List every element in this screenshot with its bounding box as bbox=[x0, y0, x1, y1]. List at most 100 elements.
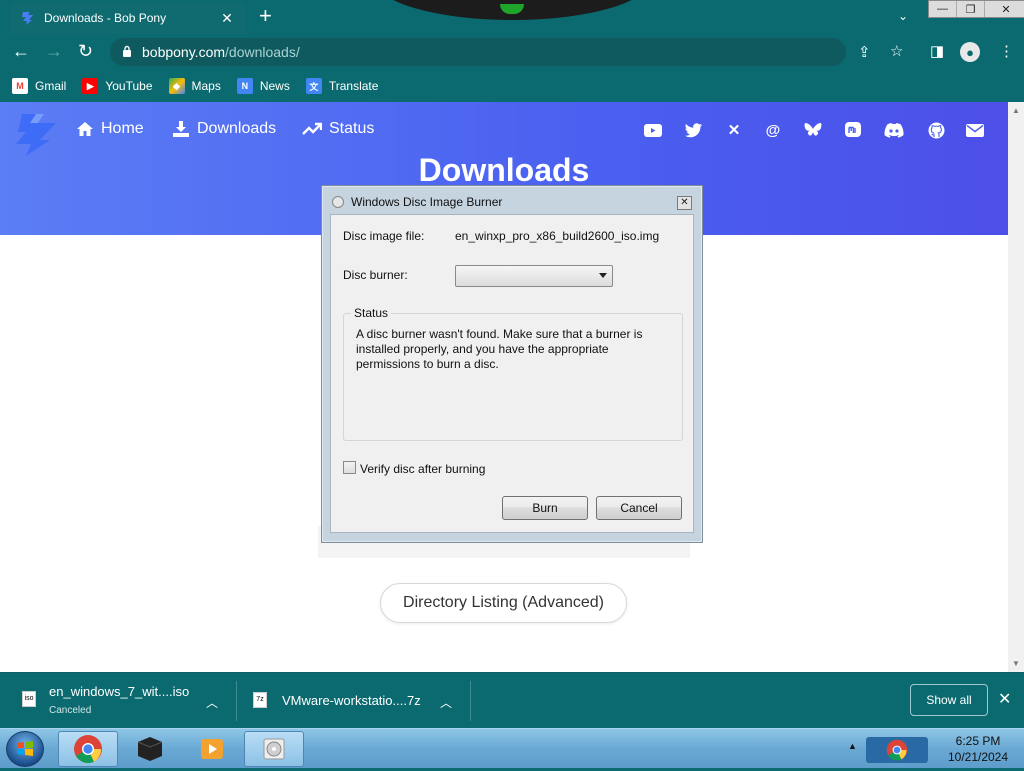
nav-downloads-label: Downloads bbox=[197, 120, 277, 137]
chrome-icon bbox=[74, 735, 102, 763]
x-icon[interactable]: ✕ bbox=[724, 120, 744, 140]
windows-logo-icon bbox=[17, 741, 33, 756]
camera-indicator bbox=[500, 4, 524, 14]
url-text[interactable]: bobpony.com/downloads/ bbox=[142, 44, 300, 60]
nav-home-label: Home bbox=[101, 120, 144, 137]
disc-icon bbox=[332, 196, 344, 208]
bobpony-favicon-icon bbox=[22, 12, 33, 25]
nav-status-label: Status bbox=[329, 120, 375, 137]
address-bar[interactable]: bobpony.com/downloads/ ⇪ bbox=[110, 38, 871, 66]
email-icon[interactable] bbox=[965, 120, 985, 140]
download-filename: VMware-workstatio....7z bbox=[282, 693, 421, 708]
cancel-button[interactable]: Cancel bbox=[596, 496, 682, 520]
forward-button[interactable]: → bbox=[45, 42, 63, 60]
github-icon[interactable] bbox=[926, 120, 946, 140]
system-tray: ▲ 6:25 PM 10/21/2024 bbox=[842, 729, 1024, 769]
verify-checkbox[interactable] bbox=[343, 461, 356, 474]
disc-burner-select[interactable] bbox=[455, 265, 613, 287]
clock-time: 6:25 PM bbox=[955, 734, 1001, 748]
bookmark-label: YouTube bbox=[105, 79, 153, 93]
download-item[interactable]: iso en_windows_7_wit....iso Canceled ︿ bbox=[0, 673, 236, 729]
show-all-button[interactable]: Show all bbox=[910, 684, 988, 716]
tray-expand-icon[interactable]: ▲ bbox=[848, 741, 857, 751]
nav-downloads[interactable]: Downloads bbox=[172, 120, 276, 138]
device-notch bbox=[375, 0, 650, 20]
close-window-button[interactable]: ✕ bbox=[985, 1, 1024, 17]
taskbar-vmware[interactable] bbox=[120, 731, 180, 767]
bookmark-star-icon[interactable]: ☆ bbox=[890, 44, 903, 59]
url-path: /downloads/ bbox=[225, 44, 300, 60]
bookmark-maps[interactable]: ◆ Maps bbox=[168, 78, 221, 94]
menu-kebab-icon[interactable]: ⋮ bbox=[999, 44, 1014, 59]
page-scrollbar[interactable]: ▲ ▼ bbox=[1008, 102, 1024, 672]
bookmark-youtube[interactable]: ▶ YouTube bbox=[82, 78, 153, 94]
bookmark-label: Maps bbox=[191, 79, 221, 93]
minimize-button[interactable]: — bbox=[929, 1, 957, 17]
back-button[interactable]: ← bbox=[12, 42, 30, 60]
download-icon bbox=[173, 121, 189, 137]
bookmark-news[interactable]: N News bbox=[236, 78, 290, 94]
tab-search-chevron-icon[interactable]: ⌄ bbox=[898, 9, 908, 23]
reload-button[interactable]: ↻ bbox=[78, 42, 93, 60]
scroll-up-arrow-icon[interactable]: ▲ bbox=[1012, 106, 1020, 115]
nav-home[interactable]: Home bbox=[76, 120, 144, 138]
threads-icon[interactable]: @ bbox=[763, 120, 783, 140]
bookmark-label: Translate bbox=[328, 79, 379, 93]
bookmark-translate[interactable]: 文 Translate bbox=[305, 78, 379, 94]
vmware-box-icon bbox=[137, 737, 163, 761]
chrome-tray-icon bbox=[886, 739, 908, 761]
scroll-down-arrow-icon[interactable]: ▼ bbox=[1012, 659, 1020, 668]
download-options-chevron-icon[interactable]: ︿ bbox=[206, 694, 218, 711]
bookmark-gmail[interactable]: M Gmail bbox=[12, 78, 66, 94]
bobpony-logo-icon[interactable] bbox=[14, 110, 64, 158]
download-shelf: iso en_windows_7_wit....iso Canceled ︿ 7… bbox=[0, 672, 1024, 728]
disc-image-label: Disc image file: bbox=[343, 229, 425, 243]
browser-title-bar: Downloads - Bob Pony ✕ + ⌄ — ❐ ✕ bbox=[0, 0, 1024, 34]
tray-active-apps[interactable] bbox=[866, 737, 928, 763]
download-item[interactable]: 7z VMware-workstatio....7z ︿ bbox=[237, 673, 469, 729]
restore-button[interactable]: ❐ bbox=[957, 1, 985, 17]
mastodon-icon[interactable] bbox=[843, 120, 863, 140]
shelf-divider bbox=[470, 681, 471, 721]
verify-label[interactable]: Verify disc after burning bbox=[360, 462, 485, 476]
nav-status[interactable]: Status bbox=[302, 120, 374, 138]
taskbar-media-player[interactable] bbox=[182, 731, 242, 767]
media-player-icon bbox=[201, 739, 223, 759]
status-group: Status A disc burner wasn't found. Make … bbox=[343, 306, 683, 441]
burn-button[interactable]: Burn bbox=[502, 496, 588, 520]
dialog-close-button[interactable]: ✕ bbox=[677, 196, 692, 210]
profile-avatar-icon[interactable]: ● bbox=[960, 42, 980, 62]
youtube-icon: ▶ bbox=[82, 78, 99, 94]
discord-icon[interactable] bbox=[884, 120, 904, 140]
taskbar-disc-burner[interactable] bbox=[244, 731, 304, 767]
close-shelf-icon[interactable]: ✕ bbox=[998, 689, 1011, 709]
tab-close-icon[interactable]: ✕ bbox=[218, 10, 236, 27]
dialog-title-bar: Windows Disc Image Burner bbox=[332, 195, 502, 209]
disc-image-value: en_winxp_pro_x86_build2600_iso.img bbox=[455, 229, 660, 243]
directory-listing-button[interactable]: Directory Listing (Advanced) bbox=[380, 583, 627, 623]
share-icon[interactable]: ⇪ bbox=[858, 45, 871, 60]
youtube-icon[interactable] bbox=[643, 120, 663, 140]
translate-icon: 文 bbox=[305, 78, 322, 94]
dialog-body: Disc image file: en_winxp_pro_x86_build2… bbox=[330, 214, 694, 533]
new-tab-button[interactable]: + bbox=[259, 5, 272, 27]
dialog-title: Windows Disc Image Burner bbox=[351, 195, 503, 209]
lock-icon[interactable] bbox=[122, 45, 132, 58]
browser-toolbar: ← → ↻ bobpony.com/downloads/ ⇪ ☆ ◨ ● ⋮ bbox=[0, 34, 1024, 70]
status-legend: Status bbox=[351, 306, 392, 320]
browser-tab-active[interactable]: Downloads - Bob Pony ✕ bbox=[10, 2, 246, 34]
download-options-chevron-icon[interactable]: ︿ bbox=[440, 694, 452, 711]
tray-clock[interactable]: 6:25 PM 10/21/2024 bbox=[938, 733, 1018, 765]
dropdown-arrow-icon[interactable] bbox=[599, 273, 607, 278]
side-panel-icon[interactable]: ◨ bbox=[930, 44, 944, 59]
start-button[interactable] bbox=[6, 731, 44, 767]
iso-file-icon: iso bbox=[22, 691, 36, 707]
taskbar-chrome[interactable] bbox=[58, 731, 118, 767]
bookmark-label: News bbox=[259, 79, 290, 93]
bookmarks-bar: M Gmail ▶ YouTube ◆ Maps N News 文 Translate bbox=[0, 70, 1024, 102]
disc-burner-label: Disc burner: bbox=[343, 268, 408, 282]
trend-up-icon bbox=[302, 122, 322, 135]
bluesky-icon[interactable] bbox=[803, 120, 823, 140]
twitter-icon[interactable] bbox=[684, 120, 704, 140]
download-status: Canceled bbox=[49, 705, 92, 716]
